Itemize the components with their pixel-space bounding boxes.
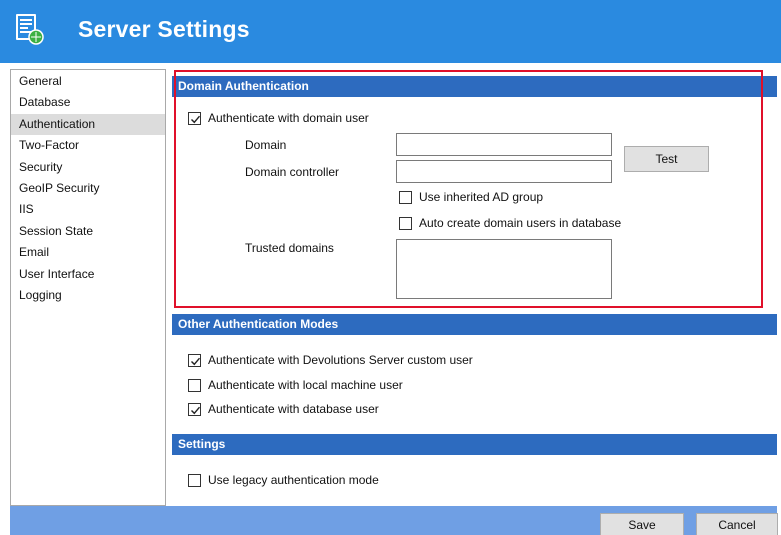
- domain-authentication-header: Domain Authentication: [172, 76, 777, 97]
- authenticate-domain-user-label: Authenticate with domain user: [208, 111, 369, 125]
- inherited-ad-group-label: Use inherited AD group: [419, 190, 544, 204]
- sidebar-item-two-factor[interactable]: Two-Factor: [11, 135, 165, 156]
- sidebar-item-authentication[interactable]: Authentication: [11, 113, 165, 136]
- sidebar-item-iis[interactable]: IIS: [11, 199, 165, 220]
- inherited-ad-group-row[interactable]: Use inherited AD group: [399, 190, 543, 204]
- trusted-domains-label: Trusted domains: [245, 241, 334, 255]
- database-user-label: Authenticate with database user: [208, 402, 379, 416]
- database-user-checkbox[interactable]: [188, 402, 201, 416]
- custom-user-row[interactable]: Authenticate with Devolutions Server cus…: [188, 353, 473, 367]
- domain-controller-input[interactable]: [396, 160, 612, 183]
- sidebar-item-logging[interactable]: Logging: [11, 285, 165, 306]
- legacy-mode-checkbox[interactable]: [188, 473, 201, 487]
- trusted-domains-input[interactable]: [396, 239, 612, 299]
- checkmark-icon: [191, 357, 201, 365]
- auto-create-users-label: Auto create domain users in database: [419, 216, 622, 230]
- window-title: Server Settings: [78, 16, 250, 42]
- auto-create-users-checkbox[interactable]: [399, 216, 412, 230]
- authenticate-domain-user-row[interactable]: Authenticate with domain user: [188, 111, 369, 125]
- settings-panel: Domain Authentication Authenticate with …: [172, 69, 777, 506]
- sidebar-item-general[interactable]: General: [11, 71, 165, 92]
- authenticate-domain-user-checkbox[interactable]: [188, 111, 201, 125]
- save-button[interactable]: Save: [600, 513, 684, 535]
- title-bar: Server Settings: [0, 0, 781, 63]
- sidebar-item-session-state[interactable]: Session State: [11, 221, 165, 242]
- checkmark-icon: [191, 406, 201, 414]
- sidebar-item-geoip-security[interactable]: GeoIP Security: [11, 178, 165, 199]
- settings-sidebar: General Database Authentication Two-Fact…: [10, 69, 166, 506]
- domain-controller-label: Domain controller: [245, 165, 340, 179]
- inherited-ad-group-checkbox[interactable]: [399, 190, 412, 204]
- sidebar-item-user-interface[interactable]: User Interface: [11, 264, 165, 285]
- local-machine-user-checkbox[interactable]: [188, 378, 201, 392]
- legacy-mode-label: Use legacy authentication mode: [208, 473, 379, 487]
- settings-header: Settings: [172, 434, 777, 455]
- domain-input[interactable]: [396, 133, 612, 156]
- local-machine-user-label: Authenticate with local machine user: [208, 378, 403, 392]
- custom-user-checkbox[interactable]: [188, 353, 201, 367]
- other-authentication-modes-header: Other Authentication Modes: [172, 314, 777, 335]
- test-button[interactable]: Test: [624, 146, 709, 172]
- footer-bar: Save Cancel: [10, 506, 778, 535]
- database-user-row[interactable]: Authenticate with database user: [188, 402, 379, 416]
- sidebar-item-security[interactable]: Security: [11, 157, 165, 178]
- checkmark-icon: [191, 115, 201, 123]
- sidebar-item-database[interactable]: Database: [11, 92, 165, 113]
- legacy-mode-row[interactable]: Use legacy authentication mode: [188, 473, 379, 487]
- domain-label: Domain: [245, 138, 287, 152]
- local-machine-user-row[interactable]: Authenticate with local machine user: [188, 378, 403, 392]
- sidebar-item-email[interactable]: Email: [11, 242, 165, 263]
- custom-user-label: Authenticate with Devolutions Server cus…: [208, 353, 473, 367]
- server-settings-icon: [14, 12, 44, 46]
- auto-create-users-row[interactable]: Auto create domain users in database: [399, 216, 621, 230]
- cancel-button[interactable]: Cancel: [696, 513, 778, 535]
